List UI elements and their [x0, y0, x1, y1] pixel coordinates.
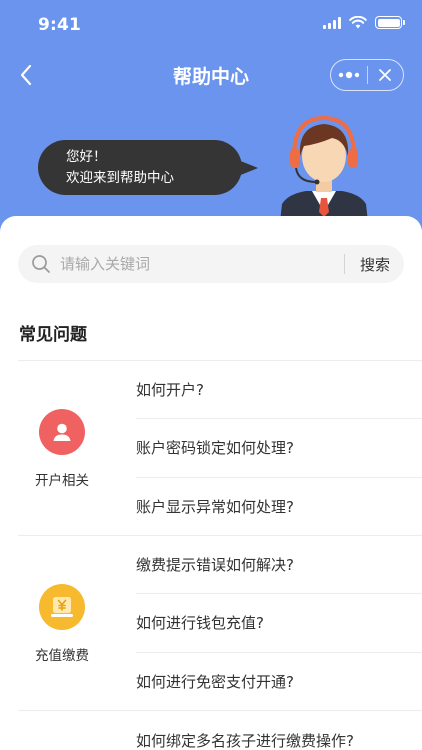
search-button[interactable]: 搜索: [346, 245, 404, 283]
question-item[interactable]: 账户显示异常如何处理?: [136, 478, 422, 536]
greeting-line-1: 您好！: [66, 149, 107, 165]
close-button[interactable]: [368, 60, 403, 90]
wifi-icon: [349, 16, 367, 29]
more-button[interactable]: [331, 60, 367, 90]
status-time: 9:41: [38, 15, 82, 35]
category-account: 开户相关: [18, 361, 106, 536]
mini-program-capsule: [330, 59, 404, 91]
question-item[interactable]: 缴费提示错误如何解决?: [136, 536, 422, 595]
greeting-bubble: 您好！ 欢迎来到帮助中心: [38, 140, 242, 195]
faq-group-account: 开户相关 如何开户? 账户密码锁定如何处理? 账户显示异常如何处理?: [18, 361, 422, 536]
question-list: 如何开户? 账户密码锁定如何处理? 账户显示异常如何处理?: [136, 361, 422, 536]
signal-icon: [323, 16, 341, 29]
close-icon: [379, 69, 392, 81]
question-item[interactable]: 如何开户?: [136, 361, 422, 420]
search-input[interactable]: [60, 249, 350, 279]
search-icon: [32, 255, 50, 273]
question-item[interactable]: 如何进行免密支付开通?: [136, 653, 422, 711]
customer-service-agent-illustration: [280, 115, 368, 222]
category-label: 开户相关: [35, 472, 89, 489]
more-dots-icon: [338, 71, 360, 79]
question-list: 缴费提示错误如何解决? 如何进行钱包充值? 如何进行免密支付开通?: [136, 536, 422, 711]
question-list: 如何绑定多名孩子进行缴费操作?: [136, 711, 422, 750]
question-item[interactable]: 如何绑定多名孩子进行缴费操作?: [136, 711, 422, 750]
faq-group-other: 如何绑定多名孩子进行缴费操作?: [18, 711, 422, 750]
chevron-left-icon: [20, 64, 32, 86]
question-item[interactable]: 如何进行钱包充值?: [136, 594, 422, 653]
user-icon: [39, 408, 85, 455]
back-button[interactable]: [12, 58, 40, 92]
status-bar: 9:41: [0, 0, 422, 50]
greeting-bubble-tail: [238, 160, 258, 176]
search-bar: 搜索: [18, 245, 404, 283]
status-icons: [323, 16, 405, 29]
category-label: 充值缴费: [35, 647, 89, 664]
question-item[interactable]: 账户密码锁定如何处理?: [136, 419, 422, 478]
greeting-line-2: 欢迎来到帮助中心: [66, 170, 174, 186]
battery-icon: [375, 16, 405, 29]
yuan-card-icon: [39, 583, 85, 630]
search-divider: [344, 254, 345, 274]
faq-title: 常见问题: [19, 325, 87, 345]
faq-group-payment: 充值缴费 缴费提示错误如何解决? 如何进行钱包充值? 如何进行免密支付开通?: [18, 536, 422, 711]
category-payment: 充值缴费: [18, 536, 106, 711]
